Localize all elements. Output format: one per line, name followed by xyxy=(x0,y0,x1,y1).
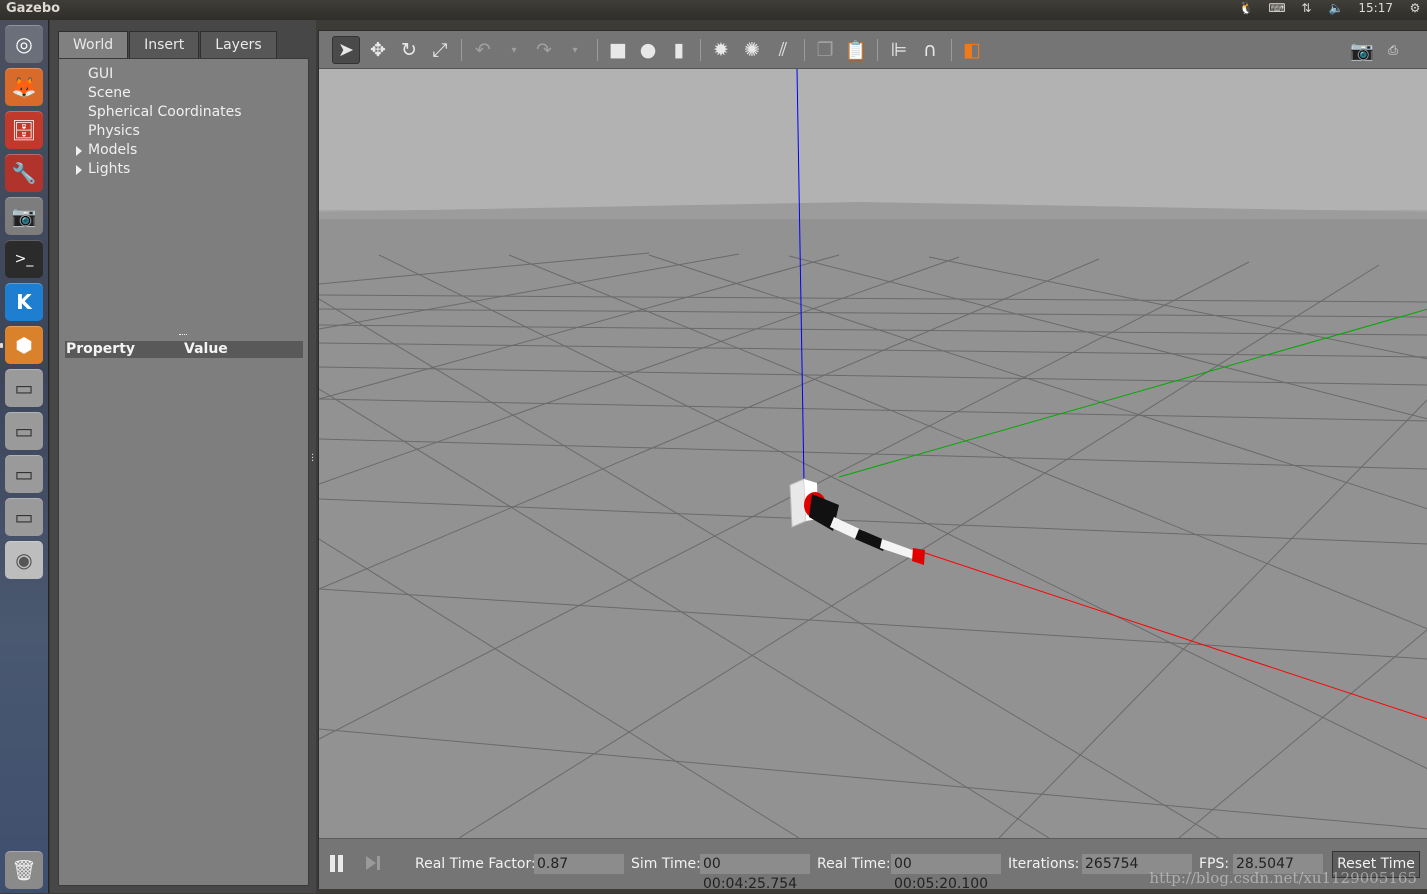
tree-item-label: Physics xyxy=(88,123,140,139)
log-icon[interactable]: ⎙ xyxy=(1379,36,1407,64)
real-time-factor-label: Real Time Factor: xyxy=(415,855,536,873)
dvd-icon[interactable]: ◉ xyxy=(5,541,43,579)
real-time-label: Real Time: xyxy=(817,855,891,873)
sphere-shape-icon[interactable]: ● xyxy=(634,36,662,64)
tab-layers[interactable]: Layers xyxy=(200,31,276,58)
dash-home-icon[interactable]: ◎ xyxy=(5,25,43,63)
point-light-icon[interactable]: ✹ xyxy=(707,36,735,64)
firefox-icon[interactable]: 🦊 xyxy=(5,68,43,106)
align-icon[interactable]: ⊫ xyxy=(885,36,913,64)
toolbar-separator xyxy=(597,39,598,61)
tree-item-physics[interactable]: Physics xyxy=(59,122,308,141)
spot-light-icon[interactable]: ✺ xyxy=(738,36,766,64)
tree-item-label: Spherical Coordinates xyxy=(88,104,242,120)
step-icon[interactable] xyxy=(366,855,382,872)
screenshot-icon[interactable]: 📷 xyxy=(1348,36,1376,64)
redo-history-icon[interactable]: ▾ xyxy=(561,36,589,64)
panel-splitter-handle[interactable]: ··· xyxy=(311,454,314,464)
tree-item-label: Lights xyxy=(88,161,130,177)
copy-icon[interactable]: ❐ xyxy=(811,36,839,64)
rotate-icon[interactable]: ↻ xyxy=(395,36,423,64)
watermark: http://blog.csdn.net/xu1129005165 xyxy=(1149,869,1417,887)
select-arrow-icon[interactable]: ➤ xyxy=(332,36,360,64)
expand-arrow-icon[interactable] xyxy=(76,146,82,156)
main-area: ➤ ✥ ↻ ⤢ ↶ ▾ ↷ ▾ ■ ● ▮ ✹ ✺ ⫽ ❐ 📋 ⊫ ∩ ◧ 📷 … xyxy=(318,30,1427,888)
paste-icon[interactable]: 📋 xyxy=(842,36,870,64)
screenshot-icon[interactable]: 📷 xyxy=(5,197,43,235)
tree-item-label: Models xyxy=(88,142,137,158)
view-angle-icon[interactable]: ◧ xyxy=(958,36,986,64)
property-table-header: Property Value xyxy=(65,341,303,358)
drive-4-icon[interactable]: ▭ xyxy=(5,498,43,536)
panel-tabs: World Insert Layers xyxy=(58,31,278,58)
network-icon[interactable]: ⇅ xyxy=(1298,1,1314,15)
drive-2-icon[interactable]: ▭ xyxy=(5,412,43,450)
drive-1-icon[interactable]: ▭ xyxy=(5,369,43,407)
top-panel: Gazebo 🐧 ⌨ ⇅ 🔈 15:17 ⚙ xyxy=(0,0,1427,20)
toolbar-separator xyxy=(804,39,805,61)
tree-item-label: GUI xyxy=(88,66,113,82)
tree-property-splitter[interactable] xyxy=(179,334,187,337)
value-column-header[interactable]: Value xyxy=(184,341,228,358)
qq-icon[interactable]: 🐧 xyxy=(1238,1,1254,15)
tree-item-label: Scene xyxy=(88,85,131,101)
trash-icon[interactable]: 🗑 xyxy=(5,851,43,889)
iterations-label: Iterations: xyxy=(1008,855,1079,873)
kylin-icon[interactable]: K xyxy=(5,283,43,321)
system-settings-icon[interactable]: 🔧 xyxy=(5,154,43,192)
real-time-factor-value: 0.87 xyxy=(534,854,624,874)
snap-icon[interactable]: ∩ xyxy=(916,36,944,64)
undo-icon[interactable]: ↶ xyxy=(469,36,497,64)
tree-item-scene[interactable]: Scene xyxy=(59,84,308,103)
cylinder-shape-icon[interactable]: ▮ xyxy=(665,36,693,64)
toolbar-separator xyxy=(877,39,878,61)
tree-item-gui[interactable]: GUI xyxy=(59,65,308,84)
expand-arrow-icon[interactable] xyxy=(76,165,82,175)
volume-icon[interactable]: 🔈 xyxy=(1328,1,1344,15)
launcher: ◎ 🦊 🗄 🔧 📷 >_ K ⬢ ▭ ▭ ▭ ▭ ◉ 🗑 xyxy=(0,20,49,893)
sim-time-value: 00 00:04:25.754 xyxy=(700,854,810,874)
sim-time-label: Sim Time: xyxy=(631,855,701,873)
redo-icon[interactable]: ↷ xyxy=(530,36,558,64)
box-shape-icon[interactable]: ■ xyxy=(604,36,632,64)
left-panel: World Insert Layers GUI Scene Spherical … xyxy=(50,20,316,893)
world-tree: GUI Scene Spherical Coordinates Physics … xyxy=(59,65,308,179)
scene-render xyxy=(319,69,1427,838)
toolbar: ➤ ✥ ↻ ⤢ ↶ ▾ ↷ ▾ ■ ● ▮ ✹ ✺ ⫽ ❐ 📋 ⊫ ∩ ◧ 📷 … xyxy=(319,31,1427,69)
undo-history-icon[interactable]: ▾ xyxy=(500,36,528,64)
property-column-header[interactable]: Property xyxy=(66,341,135,358)
directional-light-icon[interactable]: ⫽ xyxy=(769,36,797,64)
scale-icon[interactable]: ⤢ xyxy=(426,36,454,64)
running-indicator xyxy=(0,343,3,348)
toolbar-separator xyxy=(951,39,952,61)
tree-item-models[interactable]: Models xyxy=(59,141,308,160)
world-tree-panel: GUI Scene Spherical Coordinates Physics … xyxy=(58,58,309,886)
pause-icon[interactable] xyxy=(330,855,344,872)
keyboard-icon[interactable]: ⌨ xyxy=(1268,1,1284,15)
tree-item-lights[interactable]: Lights xyxy=(59,160,308,179)
toolbar-separator xyxy=(461,39,462,61)
tab-insert[interactable]: Insert xyxy=(129,31,199,58)
tree-item-spherical-coordinates[interactable]: Spherical Coordinates xyxy=(59,103,308,122)
sky-background xyxy=(319,69,1427,212)
terminal-icon[interactable]: >_ xyxy=(5,240,43,278)
3d-viewport[interactable] xyxy=(319,69,1427,838)
drive-3-icon[interactable]: ▭ xyxy=(5,455,43,493)
indicator-area: 🐧 ⌨ ⇅ 🔈 15:17 ⚙ xyxy=(1238,1,1423,15)
translate-icon[interactable]: ✥ xyxy=(364,36,392,64)
clock[interactable]: 15:17 xyxy=(1358,1,1393,15)
settings-gear-icon[interactable]: ⚙ xyxy=(1407,1,1423,15)
toolbar-separator xyxy=(700,39,701,61)
real-time-value: 00 00:05:20.100 xyxy=(891,854,1001,874)
tab-world[interactable]: World xyxy=(58,31,128,58)
app-title: Gazebo xyxy=(6,1,60,16)
files-icon[interactable]: 🗄 xyxy=(5,111,43,149)
gazebo-icon[interactable]: ⬢ xyxy=(5,326,43,364)
